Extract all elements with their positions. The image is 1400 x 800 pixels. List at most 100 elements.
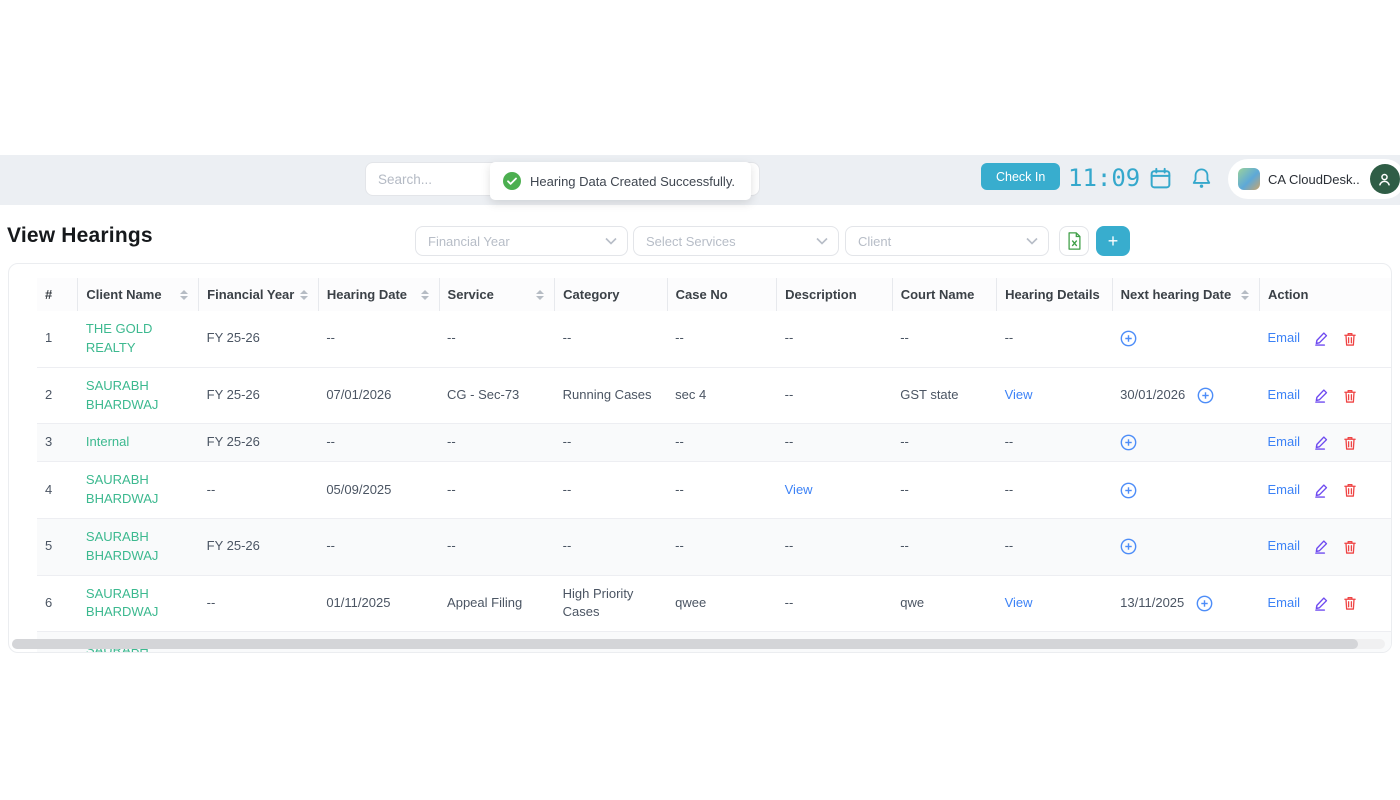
hearing-details-view-link[interactable]: View: [1005, 595, 1033, 610]
hearing-details-view-link[interactable]: View: [1005, 387, 1033, 402]
court-name-cell: --: [892, 518, 996, 575]
sort-icon[interactable]: [300, 290, 308, 300]
hearing-details-view-link[interactable]: View: [1005, 652, 1033, 653]
app-logo-icon: [1238, 168, 1260, 190]
column-header-client-name[interactable]: Client Name: [78, 278, 199, 311]
services-select[interactable]: Select Services: [633, 226, 839, 256]
financial-year-select[interactable]: Financial Year: [415, 226, 628, 256]
description-cell: View: [777, 462, 893, 519]
edit-pencil-icon[interactable]: [1314, 539, 1329, 554]
edit-pencil-icon[interactable]: [1314, 331, 1329, 346]
delete-trash-icon[interactable]: [1343, 435, 1357, 451]
column-header-hearing-date[interactable]: Hearing Date: [318, 278, 439, 311]
add-next-hearing-icon[interactable]: [1120, 538, 1137, 555]
category-cell: --: [555, 462, 668, 519]
add-next-hearing-icon[interactable]: [1120, 330, 1137, 347]
email-link[interactable]: Email: [1267, 537, 1300, 556]
description-view-link[interactable]: View: [785, 482, 813, 497]
financial-year-cell: FY 25-26: [199, 311, 319, 367]
category-cell: --: [555, 311, 668, 367]
court-name-cell: qwe: [892, 575, 996, 632]
client-name-link[interactable]: SAURABH BHARDWAJ: [78, 462, 199, 519]
hearing-date-cell: 01/11/2025: [318, 575, 439, 632]
excel-file-icon: [1067, 232, 1082, 250]
column-header-financial-year[interactable]: Financial Year: [199, 278, 319, 311]
check-in-button[interactable]: Check In: [981, 163, 1060, 190]
horizontal-scrollbar-track: [12, 639, 1385, 649]
sort-icon[interactable]: [180, 290, 188, 300]
client-name-link[interactable]: Internal: [78, 424, 199, 462]
category-cell: High Priority Cases: [555, 575, 668, 632]
edit-pencil-icon[interactable]: [1314, 388, 1329, 403]
service-cell: --: [439, 311, 555, 367]
add-next-hearing-icon[interactable]: [1196, 652, 1213, 653]
top-navbar: Hearing Data Created Successfully. Check…: [0, 155, 1400, 205]
client-select[interactable]: Client: [845, 226, 1049, 256]
case-no-cell: sec 4: [667, 367, 776, 424]
chevron-down-icon: [1026, 237, 1038, 245]
calendar-icon[interactable]: [1147, 166, 1173, 192]
description-cell: --: [777, 518, 893, 575]
sort-icon[interactable]: [1241, 290, 1249, 300]
toast-message: Hearing Data Created Successfully.: [530, 174, 735, 189]
email-link[interactable]: Email: [1267, 433, 1300, 452]
add-next-hearing-icon[interactable]: [1120, 434, 1137, 451]
edit-pencil-icon[interactable]: [1314, 435, 1329, 450]
action-cell: Email: [1267, 537, 1392, 556]
client-name-link[interactable]: SAURABH BHARDWAJ: [78, 367, 199, 424]
delete-trash-icon[interactable]: [1343, 595, 1357, 611]
sort-icon[interactable]: [421, 290, 429, 300]
export-excel-button[interactable]: [1059, 226, 1089, 256]
delete-trash-icon[interactable]: [1343, 482, 1357, 498]
next-hearing-date-value: 30/01/2026: [1120, 386, 1185, 405]
action-cell: Email: [1267, 329, 1392, 348]
action-cell: Email: [1267, 386, 1392, 405]
add-next-hearing-icon[interactable]: [1120, 482, 1137, 499]
column-label: Hearing Date: [327, 287, 407, 302]
description-cell: --: [777, 575, 893, 632]
hearing-details-cell: View: [997, 575, 1113, 632]
row-number-cell: 2: [37, 367, 78, 424]
user-avatar[interactable]: [1370, 164, 1400, 194]
email-link[interactable]: Email: [1267, 386, 1300, 405]
account-menu[interactable]: CA CloudDesk..: [1228, 159, 1400, 199]
delete-trash-icon[interactable]: [1343, 652, 1357, 653]
horizontal-scrollbar-thumb[interactable]: [12, 639, 1358, 649]
column-label: Hearing Details: [1005, 287, 1100, 302]
action-cell-td: Email: [1259, 311, 1392, 367]
email-link[interactable]: Email: [1267, 329, 1300, 348]
row-number-cell: 1: [37, 311, 78, 367]
delete-trash-icon[interactable]: [1343, 539, 1357, 555]
column-header-description: Description: [777, 278, 893, 311]
add-hearing-button[interactable]: +: [1096, 226, 1130, 256]
financial-year-placeholder: Financial Year: [428, 234, 510, 249]
column-header-next-hearing-date[interactable]: Next hearing Date: [1112, 278, 1259, 311]
column-header-action: Action: [1259, 278, 1392, 311]
row-number-cell: 5: [37, 518, 78, 575]
delete-trash-icon[interactable]: [1343, 331, 1357, 347]
notifications-bell-icon[interactable]: [1188, 166, 1214, 192]
table-header-row: #Client NameFinancial YearHearing DateSe…: [37, 278, 1392, 311]
edit-pencil-icon[interactable]: [1314, 596, 1329, 611]
add-next-hearing-icon[interactable]: [1196, 595, 1213, 612]
client-name-link[interactable]: SAURABH BHARDWAJ: [78, 575, 199, 632]
column-header-service[interactable]: Service: [439, 278, 555, 311]
court-name-cell: --: [892, 424, 996, 462]
hearings-table-card: #Client NameFinancial YearHearing DateSe…: [8, 263, 1392, 653]
email-link[interactable]: Email: [1267, 651, 1300, 653]
client-name-link[interactable]: SAURABH BHARDWAJ: [78, 518, 199, 575]
add-next-hearing-icon[interactable]: [1197, 387, 1214, 404]
email-link[interactable]: Email: [1267, 594, 1300, 613]
case-no-cell: qwee: [667, 575, 776, 632]
edit-pencil-icon[interactable]: [1314, 483, 1329, 498]
delete-trash-icon[interactable]: [1343, 388, 1357, 404]
sort-icon[interactable]: [536, 290, 544, 300]
action-cell-td: Email: [1259, 575, 1392, 632]
next-hearing-date-wrap: 30/01/2026: [1120, 386, 1251, 405]
email-link[interactable]: Email: [1267, 481, 1300, 500]
description-cell: --: [777, 424, 893, 462]
category-cell: --: [555, 518, 668, 575]
client-name-link[interactable]: THE GOLD REALTY: [78, 311, 199, 367]
next-hearing-date-cell: [1112, 311, 1259, 367]
column-header-hearing-details: Hearing Details: [997, 278, 1113, 311]
